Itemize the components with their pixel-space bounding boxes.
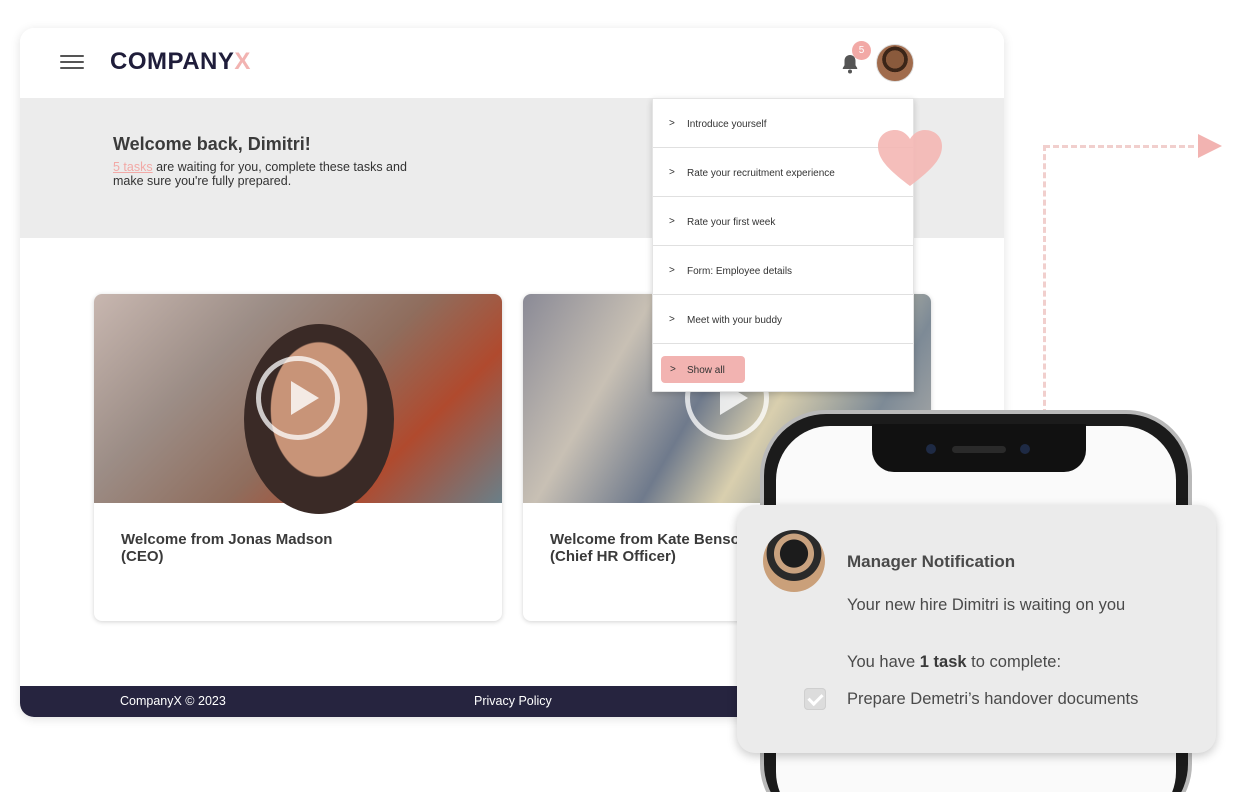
dashed-connector-vertical: [1043, 145, 1046, 415]
task-item-introduce[interactable]: > Introduce yourself: [653, 99, 913, 148]
task-checkbox[interactable]: [804, 688, 826, 710]
video-thumbnail: [94, 294, 502, 514]
welcome-subtitle: 5 tasks are waiting for you, complete th…: [113, 160, 413, 188]
task-item-label: Introduce yourself: [687, 119, 767, 130]
chevron-right-icon: >: [669, 216, 675, 227]
notification-task-summary: You have 1 task to complete:: [847, 653, 1061, 672]
chevron-right-icon: >: [670, 364, 676, 375]
task-item-rate-recruitment[interactable]: > Rate your recruitment experience: [653, 148, 913, 197]
user-avatar[interactable]: [876, 44, 914, 82]
chevron-right-icon: >: [669, 118, 675, 129]
task-item-employee-details[interactable]: > Form: Employee details: [653, 246, 913, 295]
notification-count-badge: 5: [852, 41, 871, 60]
manager-avatar: [763, 530, 825, 592]
task-item-label: Form: Employee details: [687, 266, 793, 277]
camera-icon: [926, 444, 936, 454]
hamburger-icon[interactable]: [60, 55, 84, 71]
task-item-label: Meet with your buddy: [687, 315, 783, 326]
notification-title: Manager Notification: [847, 552, 1016, 571]
task-summary-prefix: You have: [847, 653, 920, 671]
task-item-label: Rate your recruitment experience: [687, 168, 835, 179]
chevron-right-icon: >: [669, 314, 675, 325]
phone-notch: [872, 424, 1086, 472]
task-item-label: Rate your first week: [687, 217, 776, 228]
logo-text: COMPANY: [110, 48, 235, 75]
show-all-button[interactable]: > Show all: [661, 356, 745, 383]
sensor-icon: [1020, 444, 1030, 454]
tasks-dropdown: > Introduce yourself > Rate your recruit…: [652, 98, 914, 392]
chevron-right-icon: >: [669, 167, 675, 178]
show-all-label: Show all: [687, 365, 725, 376]
task-checkbox-label: Prepare Demetri’s handover documents: [847, 690, 1139, 708]
logo-accent: X: [234, 48, 251, 75]
welcome-heading: Welcome back, Dimitri!: [113, 134, 311, 154]
dashed-connector-horizontal: [1044, 145, 1194, 148]
tasks-link[interactable]: 5 tasks: [113, 160, 153, 174]
heart-icon: [878, 130, 942, 186]
arrow-right-icon: [1198, 134, 1222, 158]
privacy-policy-link[interactable]: Privacy Policy: [474, 694, 552, 708]
manager-notification-card[interactable]: Manager Notification Your new hire Dimit…: [737, 505, 1216, 753]
video-card[interactable]: Welcome from Jonas Madson (CEO): [94, 294, 502, 621]
chevron-right-icon: >: [669, 265, 675, 276]
task-item-meet-buddy[interactable]: > Meet with your buddy: [653, 295, 913, 344]
task-item-rate-first-week[interactable]: > Rate your first week: [653, 197, 913, 246]
top-bar: COMPANYX 5: [20, 28, 1004, 98]
welcome-subtitle-text: are waiting for you, complete these task…: [113, 160, 407, 188]
play-icon[interactable]: [256, 356, 340, 440]
speaker-grille: [952, 446, 1006, 453]
footer-copyright: CompanyX © 2023: [120, 694, 226, 708]
company-logo[interactable]: COMPANYX: [110, 48, 251, 76]
video-title: Welcome from Jonas Madson (CEO): [121, 531, 333, 565]
task-summary-count: 1 task: [919, 653, 967, 671]
task-summary-suffix: to complete:: [966, 653, 1062, 671]
notification-message: Your new hire Dimitri is waiting on you: [847, 596, 1126, 614]
stage: COMPANYX 5 Welcome back, Dimitri! 5 task…: [0, 0, 1240, 792]
